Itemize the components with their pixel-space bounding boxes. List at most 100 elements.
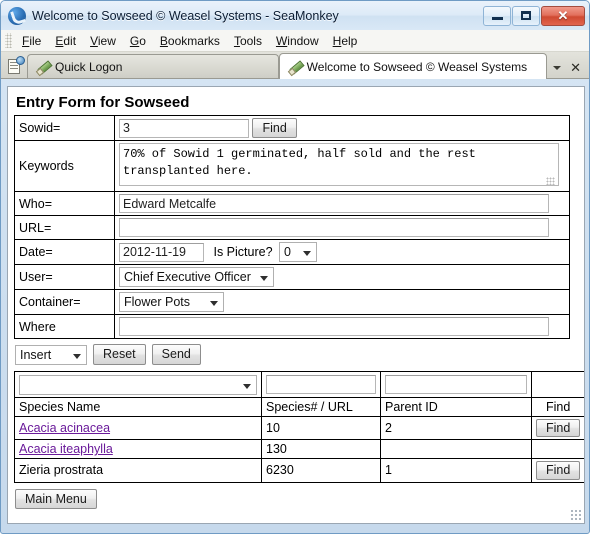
url-input[interactable] [119,218,549,238]
user-select[interactable]: Chief Executive Officer [119,267,274,288]
pencil-icon [37,60,50,73]
cell-find: Find [530,415,584,441]
cell-parent-id: 1 [380,458,532,483]
label-container: Container= [14,289,115,316]
form-row-container: Container= Flower Pots [14,289,570,316]
date-input[interactable] [119,242,204,262]
textarea-resize-grip[interactable] [546,177,555,187]
menu-view[interactable]: View [83,32,123,50]
cell-species-name: Acacia iteaphylla [14,439,262,460]
tab-strip: Quick Logon Welcome to Sowseed © Weasel … [1,52,589,79]
label-is-picture: Is Picture? [213,245,273,260]
species-list-table: Species Name Species# / URL Parent ID Fi… [14,370,584,483]
tab-label: Welcome to Sowseed © Weasel Systems [306,59,528,74]
form-row-sowid: Sowid= Find [14,114,570,142]
seamonkey-logo-icon [8,6,26,25]
form-row-date: Date= Is Picture? 0 [14,239,570,266]
menu-bar: FFileile Edit View Go Bookmarks Tools Wi… [1,30,589,52]
user-value: Chief Executive Officer [124,270,251,285]
menu-file[interactable]: FFileile [15,32,48,50]
minimize-button[interactable] [483,5,511,26]
sowid-input[interactable] [119,118,249,138]
tab-welcome-to-sowseed[interactable]: Welcome to Sowseed © Weasel Systems [278,53,548,79]
maximize-button[interactable] [512,5,540,26]
reset-button[interactable]: Reset [93,344,146,365]
row-find-button[interactable]: Find [536,418,581,438]
chevron-down-icon[interactable] [553,65,562,70]
container-value: Flower Pots [124,295,190,310]
menu-bookmarks[interactable]: Bookmarks [153,32,227,50]
field-cell-who [114,191,570,217]
tab-quick-logon[interactable]: Quick Logon [27,54,279,78]
chevron-down-icon [260,276,268,282]
find-sowid-button[interactable]: Find [252,118,297,139]
label-sowid: Sowid= [14,114,115,142]
filter-row [14,370,584,398]
chevron-down-icon [303,251,312,257]
species-link[interactable]: Acacia acinacea [19,421,110,435]
pencil-icon [289,60,302,73]
main-menu-row: Main Menu [15,488,578,509]
menu-go[interactable]: Go [123,32,153,50]
field-cell-user: Chief Executive Officer [114,264,570,291]
menu-window[interactable]: Window [269,32,326,50]
window-resize-grip[interactable] [570,509,581,520]
menu-edit[interactable]: Edit [48,32,83,50]
label-user: User= [14,264,115,291]
table-row: Zieria prostrata 6230 1 Find [14,458,584,483]
cell-species-name: Acacia acinacea [14,415,262,441]
main-menu-button[interactable]: Main Menu [15,488,97,509]
chevron-down-icon [243,383,251,389]
close-icon: ✕ [557,8,569,23]
species-number-input[interactable] [266,374,376,394]
is-picture-value: 0 [284,245,291,260]
tab-label: Quick Logon [55,59,123,74]
header-find: Find [530,396,584,417]
where-input[interactable] [119,317,549,337]
close-window-button[interactable]: ✕ [541,5,585,26]
form-action-row: Insert Reset Send [15,344,578,365]
field-cell-sowid: Find [114,114,570,142]
tab-strip-controls: ✕ [547,61,589,78]
header-species-name: Species Name [14,396,262,417]
filter-cell-species [14,370,262,398]
is-picture-select[interactable]: 0 [279,242,318,263]
entry-form-table: Sowid= Find Keywords 70% of Sowid 1 germ… [14,114,570,340]
keywords-textarea[interactable]: 70% of Sowid 1 germinated, half sold and… [119,143,559,187]
field-cell-keywords: 70% of Sowid 1 germinated, half sold and… [114,140,570,193]
page-viewport: Entry Form for Sowseed Sowid= Find Keywo… [7,86,585,524]
title-bar: Welcome to Sowseed © Weasel Systems - Se… [1,1,589,30]
species-link[interactable]: Acacia iteaphylla [19,442,113,456]
page-title: Entry Form for Sowseed [16,94,190,111]
menu-tools[interactable]: Tools [227,32,269,50]
label-date: Date= [14,239,115,266]
new-tab-icon[interactable] [5,56,25,76]
cell-species-number: 130 [261,439,381,460]
parent-id-input[interactable] [385,374,527,394]
maximize-icon [521,11,531,20]
form-row-where: Where [14,314,570,340]
cell-find: Find [530,458,584,483]
chevron-down-icon [210,301,218,307]
container-select[interactable]: Flower Pots [119,292,224,313]
filter-cell-find [530,370,584,398]
mode-select[interactable]: Insert [15,344,87,365]
label-who: Who= [14,191,115,217]
form-row-who: Who= [14,191,570,217]
field-cell-url [114,215,570,241]
web-page: Entry Form for Sowseed Sowid= Find Keywo… [8,87,584,509]
label-where: Where [14,314,115,340]
label-keywords: Keywords [14,140,115,193]
menu-help[interactable]: Help [326,32,365,50]
mode-value: Insert [20,347,52,362]
form-row-url: URL= [14,215,570,241]
menu-drag-grip[interactable] [5,33,12,48]
who-input[interactable] [119,194,549,214]
window-controls: ✕ [483,5,585,26]
header-parent-id: Parent ID [380,396,532,417]
send-button[interactable]: Send [151,344,201,365]
browser-window: Welcome to Sowseed © Weasel Systems - Se… [0,0,590,534]
species-filter-select[interactable] [19,374,257,395]
close-tab-icon[interactable]: ✕ [570,61,581,74]
row-find-button[interactable]: Find [536,461,581,480]
